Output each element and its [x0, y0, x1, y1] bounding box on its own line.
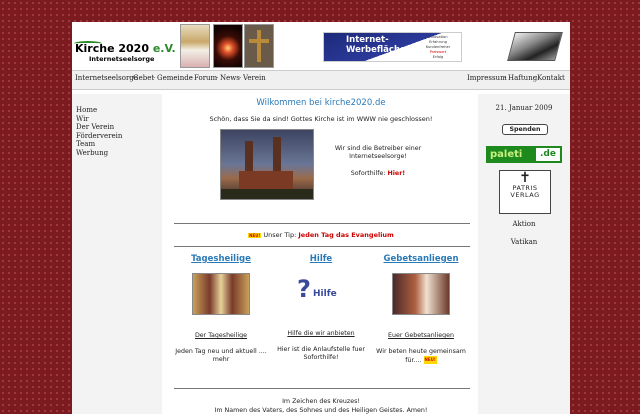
new-badge-icon: NEU! — [248, 232, 262, 238]
tip-link[interactable]: Jeden Tag das Evangelium — [298, 231, 393, 239]
hilfe-heading[interactable]: Hilfe — [271, 254, 371, 264]
nav-impressum[interactable]: Impressum — [467, 74, 507, 82]
patris-verlag-logo[interactable]: ✝ PATRIS VERLAG — [499, 170, 551, 214]
soforthilfe-line: Soforthilfe: Hier! — [350, 170, 406, 177]
nav-gebet[interactable]: Gebet — [133, 74, 154, 82]
gebetsanliegen-image[interactable] — [392, 273, 450, 315]
operator-text: Wir sind die Betreiber einer Internetsee… — [334, 145, 422, 160]
gebetsanliegen-link[interactable]: Euer Gebetsanliegen — [371, 332, 471, 339]
site-logo[interactable]: Kirche 2020 e.V. Internetseelsorge — [75, 42, 176, 63]
banner-keywords: Innovation Erfahrung Kundenfreher Preisw… — [425, 35, 451, 59]
spenden-button[interactable]: Spenden — [502, 124, 548, 135]
divider — [174, 388, 470, 389]
candle-image — [213, 24, 243, 68]
sidebar-item-home[interactable]: Home — [76, 106, 162, 115]
tagesheilige-link[interactable]: Der Tagesheilige — [171, 332, 271, 339]
sidebar-item-werbung[interactable]: Werbung — [76, 149, 162, 158]
sidebar-item-der-verein[interactable]: Der Verein — [76, 123, 162, 132]
nav-verein[interactable]: Verein — [243, 74, 266, 82]
nav-kontakt[interactable]: Kontakt — [537, 74, 565, 82]
sidebar-item-wir[interactable]: Wir — [76, 115, 162, 124]
column-tagesheilige: Tagesheilige Der Tagesheilige Jeden Tag … — [171, 254, 271, 364]
church-image — [220, 129, 314, 200]
gebetsanliegen-desc: Wir beten heute gemeinsam für.... NEU! — [376, 348, 466, 364]
vatikan-link[interactable]: Vatikan — [478, 238, 570, 246]
new-badge-icon: NEU! — [423, 356, 437, 364]
current-date: 21. Januar 2009 — [495, 104, 553, 112]
tagesheilige-desc: Jeden Tag neu und aktuell .... mehr — [175, 348, 267, 363]
hilfe-desc: Hier ist die Anlaufstelle fuer Soforthil… — [277, 346, 365, 361]
nav-gemeinde[interactable]: Gemeinde — [157, 74, 193, 82]
crucifix-image — [244, 24, 274, 68]
floppy-drive-icon — [507, 32, 563, 61]
sidebar-item-foerderverein[interactable]: Förderverein — [76, 132, 162, 141]
footer-text: Im Zeichen des Kreuzes! Im Namen des Vat… — [214, 398, 428, 414]
header: Kirche 2020 e.V. Internetseelsorge Inter… — [72, 22, 570, 70]
main-content: Wilkommen bei kirche2020.de Schön, dass … — [168, 94, 474, 414]
tip-line: NEU! Unser Tip: Jeden Tag das Evangelium — [248, 231, 394, 239]
tagesheilige-image[interactable] — [192, 273, 250, 315]
column-gebetsanliegen: Gebetsanliegen Euer Gebetsanliegen Wir b… — [371, 254, 471, 365]
welcome-heading: Wilkommen bei kirche2020.de — [256, 98, 386, 108]
tagesheilige-heading[interactable]: Tagesheilige — [171, 254, 271, 264]
logo-subtitle: Internetseelsorge — [89, 55, 155, 63]
banner-title: Internet- Werbefläche?? — [346, 35, 416, 55]
ad-banner[interactable]: Internet- Werbefläche?? Innovation Erfah… — [323, 32, 462, 62]
paleti-banner[interactable]: paleti .de — [486, 146, 562, 163]
gebetsanliegen-heading[interactable]: Gebetsanliegen — [371, 254, 471, 264]
right-sidebar: 21. Januar 2009 Spenden paleti .de ✝ PAT… — [478, 94, 570, 414]
nav-forum[interactable]: Forum — [194, 74, 217, 82]
nav-news[interactable]: News — [220, 74, 240, 82]
sidebar-item-team[interactable]: Team — [76, 140, 162, 149]
hilfe-image[interactable]: ? Hilfe — [293, 273, 349, 313]
column-hilfe: Hilfe ? Hilfe Hilfe die wir anbieten Hie… — [271, 254, 371, 362]
hilfe-link[interactable]: Hilfe die wir anbieten — [271, 330, 371, 337]
soforthilfe-link[interactable]: Hier! — [388, 170, 406, 177]
top-navbar: Internetseelsorge · Gebet · Gemeinde · F… — [72, 70, 570, 90]
left-sidebar: Home Wir Der Verein Förderverein Team We… — [72, 94, 162, 414]
aktion-link[interactable]: Aktion — [478, 220, 570, 228]
question-mark-icon: ? — [297, 275, 311, 303]
cross-icon: ✝ — [519, 170, 531, 186]
intro-text: Schön, dass Sie da sind! Gottes Kirche i… — [209, 115, 433, 123]
divider — [174, 223, 470, 224]
divider — [174, 246, 470, 247]
pope-image — [180, 24, 210, 68]
page: Kirche 2020 e.V. Internetseelsorge Inter… — [72, 22, 570, 414]
